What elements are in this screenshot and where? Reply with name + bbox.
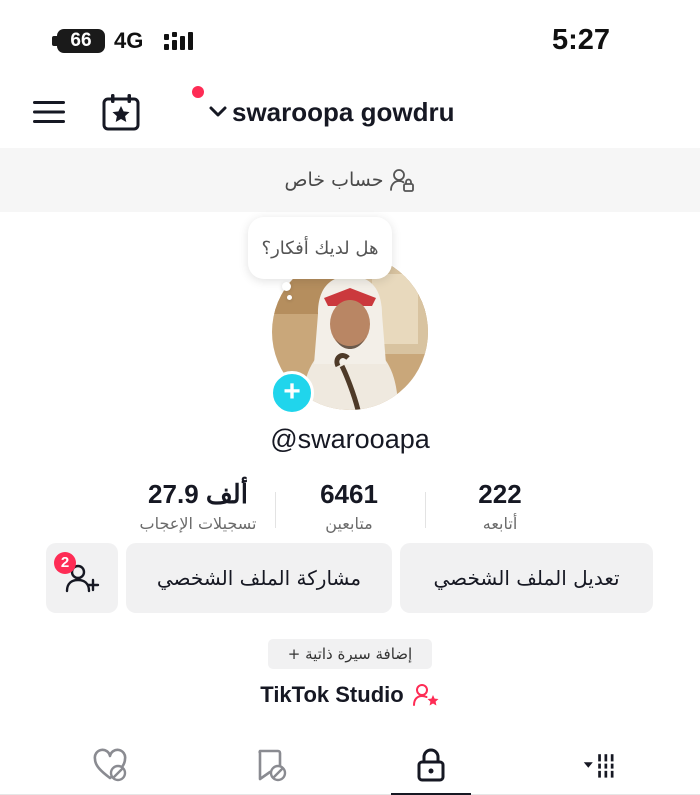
tab-liked[interactable] bbox=[70, 735, 150, 795]
calendar-star-icon[interactable] bbox=[101, 93, 141, 131]
notification-dot bbox=[192, 86, 204, 98]
followers-label: متابعين bbox=[325, 514, 373, 533]
grid-videos-icon bbox=[583, 754, 617, 778]
liked-heart-icon bbox=[93, 748, 127, 782]
tab-favorites[interactable] bbox=[230, 735, 310, 795]
battery-indicator: 66 bbox=[57, 29, 105, 53]
likes-count: 27.9 ألف bbox=[148, 479, 248, 509]
creator-star-icon bbox=[412, 684, 439, 706]
add-avatar-button[interactable]: + bbox=[270, 371, 314, 415]
clock: 5:27 bbox=[551, 24, 610, 56]
account-username: swaroopa gowdru bbox=[232, 96, 455, 127]
following-count: 222 bbox=[478, 479, 522, 509]
private-lock-icon bbox=[417, 748, 445, 782]
followers-count: 6461 bbox=[320, 479, 378, 509]
tiktok-studio-link[interactable]: TikTok Studio bbox=[0, 682, 700, 708]
private-account-icon bbox=[390, 169, 415, 192]
network-type: 4G bbox=[114, 28, 144, 53]
profile-header: swaroopa gowdru bbox=[0, 80, 700, 148]
hamburger-menu-icon[interactable] bbox=[31, 97, 67, 127]
edit-profile-button[interactable]: تعديل الملف الشخصي bbox=[400, 543, 653, 613]
friend-requests-badge: 2 bbox=[54, 552, 76, 574]
status-bar: 66 4G 5:27 bbox=[0, 0, 700, 80]
share-profile-button[interactable]: مشاركة الملف الشخصي bbox=[126, 543, 392, 613]
following-label: أتابعه bbox=[482, 514, 518, 533]
tab-private[interactable] bbox=[391, 735, 471, 795]
bubble-tail-dot bbox=[287, 295, 292, 300]
signal-strength-icon bbox=[164, 32, 193, 50]
tiktok-studio-label: TikTok Studio bbox=[260, 682, 404, 707]
account-switcher[interactable]: swaroopa gowdru bbox=[208, 94, 454, 130]
private-account-banner: حساب خاص bbox=[0, 148, 700, 212]
chevron-down-icon bbox=[209, 106, 227, 117]
add-bio-button[interactable]: + إضافة سيرة ذاتية bbox=[268, 639, 432, 669]
bubble-tail-dot bbox=[282, 282, 291, 291]
profile-handle: @swarooapa bbox=[270, 424, 430, 454]
likes-label: تسجيلات الإعجاب bbox=[139, 514, 257, 533]
add-friends-button[interactable] bbox=[46, 543, 118, 613]
ideas-bubble[interactable]: هل لديك أفكار؟ bbox=[248, 217, 392, 279]
stat-following[interactable]: 222 أتابعه bbox=[420, 478, 580, 533]
favorites-bookmark-icon bbox=[258, 749, 287, 782]
tab-videos[interactable] bbox=[560, 735, 640, 795]
content-tab-bar bbox=[0, 735, 700, 795]
stat-likes[interactable]: 27.9 ألف تسجيلات الإعجاب bbox=[118, 478, 278, 533]
stat-followers[interactable]: 6461 متابعين bbox=[269, 478, 429, 533]
private-account-label: حساب خاص bbox=[284, 169, 384, 191]
